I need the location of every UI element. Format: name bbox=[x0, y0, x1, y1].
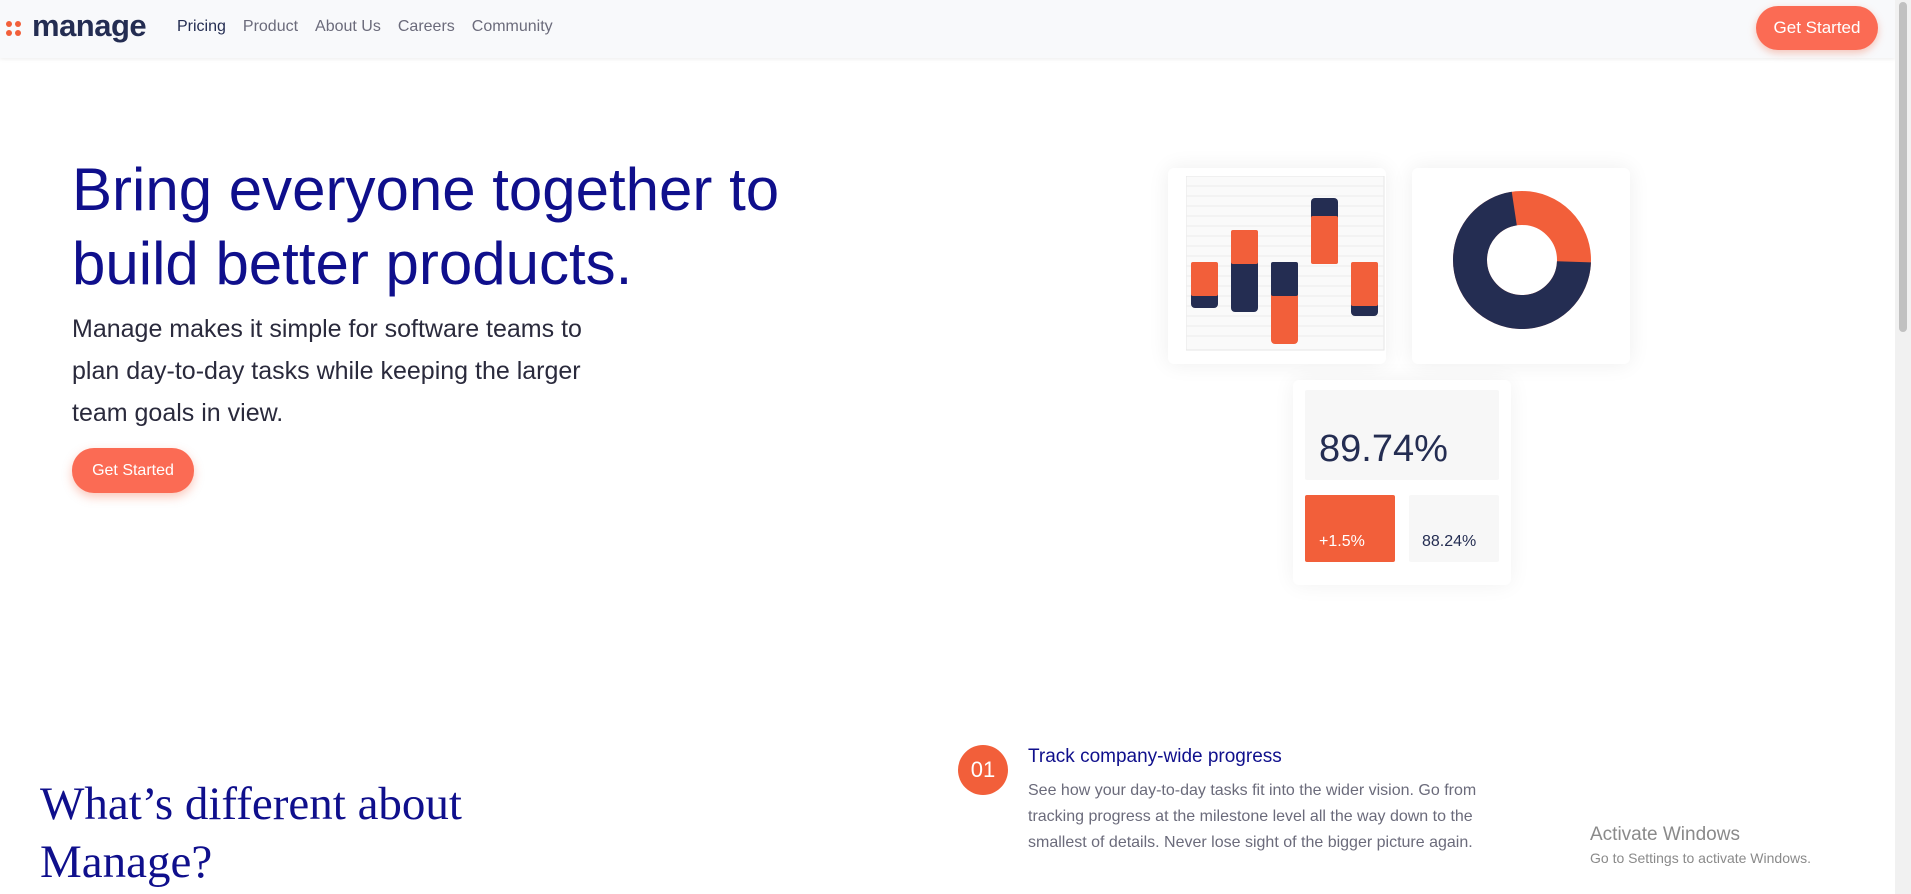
feature-number-badge: 01 bbox=[958, 745, 1008, 795]
features-title: What’s different about Manage? bbox=[40, 778, 462, 888]
main-stat-value: 89.74% bbox=[1319, 428, 1448, 470]
bar-chart-graphic bbox=[1186, 176, 1385, 351]
change-stat-value: +1.5% bbox=[1319, 533, 1365, 550]
nav-link-product[interactable]: Product bbox=[243, 18, 298, 36]
nav-link-community[interactable]: Community bbox=[472, 18, 553, 36]
watermark-subtitle: Go to Settings to activate Windows. bbox=[1590, 850, 1811, 866]
donut-chart-card bbox=[1412, 168, 1630, 364]
top-navbar: manage Pricing Product About Us Careers … bbox=[0, 0, 1895, 58]
scrollbar-thumb[interactable] bbox=[1899, 2, 1907, 332]
secondary-stat-value: 88.24% bbox=[1422, 533, 1477, 550]
hero-description: Manage makes it simple for software team… bbox=[72, 315, 582, 427]
donut-chart-graphic bbox=[1453, 191, 1591, 329]
watermark-title: Activate Windows bbox=[1590, 824, 1740, 845]
change-stat-tile: +1.5% bbox=[1305, 495, 1395, 562]
nav-link-pricing[interactable]: Pricing bbox=[177, 18, 226, 36]
nav-link-about-us[interactable]: About Us bbox=[315, 18, 381, 36]
nav-link-careers[interactable]: Careers bbox=[398, 18, 455, 36]
logo-dots-icon bbox=[6, 18, 24, 36]
main-stat-tile: 89.74% bbox=[1305, 390, 1499, 480]
feature-heading: Track company-wide progress bbox=[1028, 746, 1282, 767]
logo[interactable]: manage bbox=[6, 7, 147, 43]
page-scrollbar[interactable] bbox=[1895, 0, 1911, 894]
secondary-stat-tile: 88.24% bbox=[1409, 495, 1499, 562]
nav-links: Pricing Product About Us Careers Communi… bbox=[177, 18, 570, 36]
feature-description: See how your day-to-day tasks fit into t… bbox=[1028, 782, 1477, 851]
hero-title: Bring everyone together to build better … bbox=[72, 156, 780, 297]
bar-chart-card bbox=[1168, 168, 1386, 364]
logo-text: manage bbox=[32, 7, 147, 43]
windows-activation-watermark: Activate Windows Go to Settings to activ… bbox=[1590, 824, 1811, 866]
nav-get-started-button[interactable]: Get Started bbox=[1756, 6, 1878, 50]
hero-get-started-button[interactable]: Get Started bbox=[72, 448, 194, 493]
